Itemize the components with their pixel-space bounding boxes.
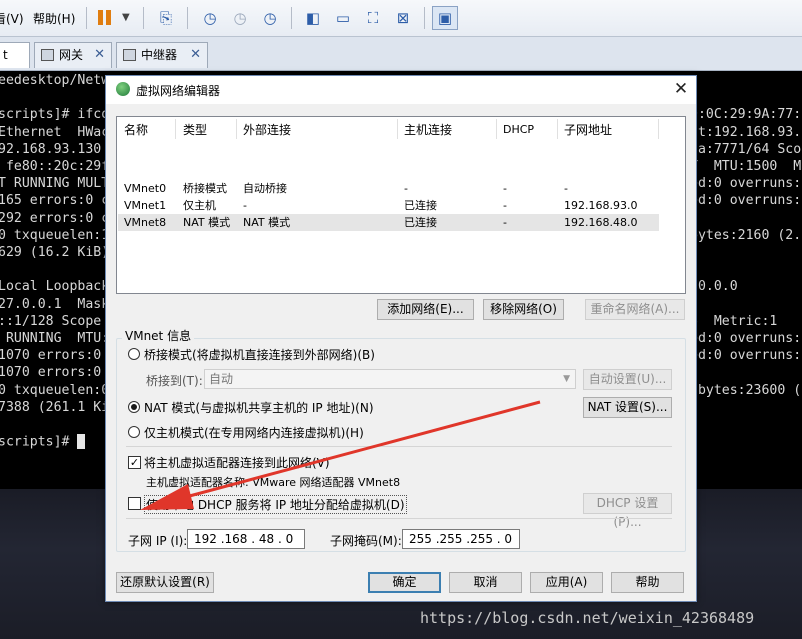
watermark-text: https://blog.csdn.net/weixin_42368489: [420, 609, 755, 627]
annotation-arrow: [140, 400, 541, 510]
annotation-arrow-line: [181, 400, 541, 500]
annotation-arrow-head: [140, 484, 194, 510]
